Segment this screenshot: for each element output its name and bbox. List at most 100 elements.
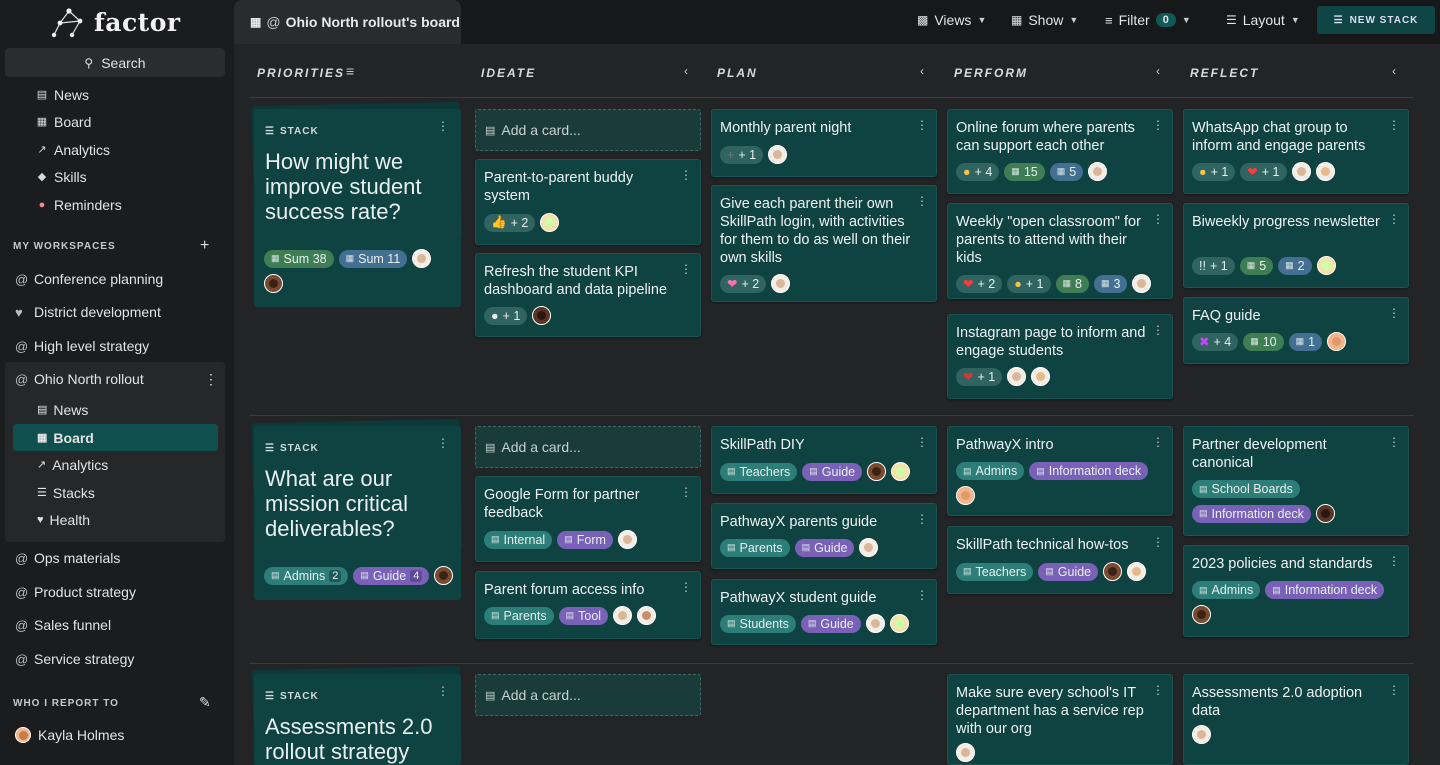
card[interactable]: Refresh the student KPI dashboard and da… <box>475 253 701 337</box>
reaction-chip[interactable]: ❤ + 2 <box>956 274 1003 293</box>
reaction-chip[interactable]: 👍 + 2 <box>484 213 536 232</box>
more-icon[interactable]: ⋮ <box>680 262 692 276</box>
reaction-chip[interactable]: ✖ + 4 <box>1192 332 1239 351</box>
workspace-ops-materials[interactable]: @ Ops materials <box>5 543 225 573</box>
report-person[interactable]: Kayla Holmes <box>5 720 225 750</box>
workspace-sub-stacks[interactable]: ☰ Stacks <box>13 479 218 506</box>
more-icon[interactable]: ⋮ <box>1388 212 1400 226</box>
reaction-chip[interactable]: ❤ + 1 <box>1240 162 1287 181</box>
card[interactable]: WhatsApp chat group to inform and engage… <box>1183 109 1409 194</box>
more-icon[interactable]: ⋮ <box>1388 683 1400 697</box>
card[interactable]: Assessments 2.0 adoption data ⋮ <box>1183 674 1409 765</box>
card[interactable]: PathwayX intro ⋮ ▤ Admins ▤ Information deck <box>947 426 1173 516</box>
more-icon[interactable]: ⋮ <box>680 580 692 594</box>
card[interactable]: PathwayX student guide ⋮ ▤ Students ▤ Guide <box>711 579 937 645</box>
workspace-sub-analytics[interactable]: ↗ Analytics <box>13 451 218 478</box>
add-card-button[interactable]: ▤ Add a card... <box>475 109 701 151</box>
collapse-ideate-icon[interactable]: ‹ <box>684 64 688 78</box>
card[interactable]: Parent forum access info ⋮ ▤ Parents ▤ Tool <box>475 571 701 639</box>
workspace-service-strategy[interactable]: @ Service strategy <box>5 644 225 674</box>
collapse-plan-icon[interactable]: ‹ <box>920 64 924 78</box>
reaction-chip[interactable]: ● + 4 <box>956 162 1000 181</box>
card[interactable]: Give each parent their own SkillPath log… <box>711 185 937 302</box>
card[interactable]: Online forum where parents can support e… <box>947 109 1173 194</box>
more-icon[interactable]: ⋮ <box>916 194 928 208</box>
more-icon[interactable]: ⋮ <box>1152 435 1164 449</box>
card[interactable]: Parent-to-parent buddy system ⋮ 👍 + 2 <box>475 159 701 245</box>
more-icon[interactable]: ⋮ <box>437 119 449 133</box>
card[interactable]: FAQ guide ⋮ ✖ + 4 ▦ 10 ▦ 1 <box>1183 297 1409 364</box>
sidebar-item-board[interactable]: ▦ Board <box>0 109 234 137</box>
card[interactable]: Instagram page to inform and engage stud… <box>947 314 1173 399</box>
reaction-chip[interactable]: ● + 1 <box>484 306 528 325</box>
filter-button[interactable]: ≡ Filter 0 ▼ <box>1105 0 1191 40</box>
workspace-sub-news[interactable]: ▤ News <box>13 396 218 423</box>
workspace-sales-funnel[interactable]: @ Sales funnel <box>5 610 225 640</box>
card[interactable]: SkillPath technical how-tos ⋮ ▤ Teachers ▤ G… <box>947 526 1173 594</box>
sidebar-item-analytics[interactable]: ↗ Analytics <box>0 136 234 164</box>
sidebar-item-reminders[interactable]: ● Reminders <box>0 191 234 219</box>
card[interactable]: SkillPath DIY ⋮ ▤ Teachers ▤ Guide <box>711 426 937 494</box>
more-icon[interactable]: ⋮ <box>1388 554 1400 568</box>
more-icon[interactable]: ⋮ <box>916 118 928 132</box>
card[interactable]: Monthly parent night ⋮ + + 1 <box>711 109 937 177</box>
new-stack-button[interactable]: ☰ NEW STACK <box>1317 6 1435 34</box>
more-icon[interactable]: ⋮ <box>1388 118 1400 132</box>
workspace-sub-health[interactable]: ♥ Health <box>13 506 218 533</box>
add-card-button[interactable]: ▤ Add a card... <box>475 426 701 468</box>
more-icon[interactable]: ⋮ <box>1152 212 1164 226</box>
reaction-chip[interactable]: ● + 1 <box>1192 162 1236 181</box>
card[interactable]: Weekly "open classroom" for parents to a… <box>947 203 1173 299</box>
more-icon[interactable]: ⋮ <box>1152 323 1164 337</box>
stack-card[interactable]: ☰ STACK ⋮ What are our mission critical d… <box>254 426 461 600</box>
more-icon[interactable]: ⋮ <box>1388 435 1400 449</box>
sidebar-item-news[interactable]: ▤ News <box>0 81 234 109</box>
more-icon[interactable]: ⋮ <box>437 684 449 698</box>
more-icon[interactable]: ⋮ <box>1388 306 1400 320</box>
workspace-menu-icon[interactable]: ⋮ <box>204 371 218 388</box>
pencil-icon[interactable]: ✎ <box>199 694 211 711</box>
reaction-chip[interactable]: + + 1 <box>720 145 764 164</box>
stack-card[interactable]: ☰ STACK ⋮ How might we improve student su… <box>254 109 461 307</box>
more-icon[interactable]: ⋮ <box>1152 118 1164 132</box>
workspace-high-level-strategy[interactable]: @ High level strategy <box>5 331 225 361</box>
add-card-button[interactable]: ▤ Add a card... <box>475 674 701 716</box>
workspace-product-strategy[interactable]: @ Product strategy <box>5 577 225 607</box>
count-chip: ▦ 15 <box>1004 162 1045 181</box>
search-button[interactable]: ⚲ Search <box>5 48 225 77</box>
card[interactable]: Google Form for partner feedback ⋮ ▤ Inter… <box>475 476 701 562</box>
reaction-chip[interactable]: ❤ + 1 <box>956 367 1003 386</box>
sort-icon[interactable]: ≡ <box>346 63 354 79</box>
more-icon[interactable]: ⋮ <box>916 435 928 449</box>
workspace-sub-board[interactable]: ▦ Board <box>13 424 218 451</box>
workspace-district-development[interactable]: ♥ District development <box>5 297 225 327</box>
more-icon[interactable]: ⋮ <box>1152 683 1164 697</box>
reaction-chip[interactable]: ● + 1 <box>1007 274 1051 293</box>
more-icon[interactable]: ⋮ <box>1152 535 1164 549</box>
more-icon[interactable]: ⋮ <box>437 436 449 450</box>
layout-button[interactable]: ☰ Layout ▼ <box>1226 0 1300 40</box>
more-icon[interactable]: ⋮ <box>680 168 692 182</box>
reaction-chip[interactable]: ❤ + 2 <box>720 274 767 293</box>
show-button[interactable]: ▦ Show ▼ <box>1011 0 1078 40</box>
collapse-perform-icon[interactable]: ‹ <box>1156 64 1160 78</box>
board-tab[interactable]: ▦ @ Ohio North rollout's board <box>234 0 461 44</box>
reaction-chip[interactable]: !! + 1 <box>1192 256 1235 275</box>
stack-card[interactable]: ☰ STACK ⋮ Assessments 2.0 rollout strateg… <box>254 674 461 765</box>
card[interactable]: Make sure every school's IT department h… <box>947 674 1173 765</box>
views-button[interactable]: ▩ Views ▼ <box>917 0 986 40</box>
add-workspace-button[interactable]: + <box>200 237 209 255</box>
more-icon[interactable]: ⋮ <box>916 512 928 526</box>
card[interactable]: 2023 policies and standards ⋮ ▤ Admins ▤ Inf… <box>1183 545 1409 637</box>
logo[interactable]: factor <box>50 4 181 40</box>
sidebar-item-skills[interactable]: ◆ Skills <box>0 164 234 192</box>
card[interactable]: Partner development canonical ⋮ ▤ School B… <box>1183 426 1409 536</box>
card[interactable]: PathwayX parents guide ⋮ ▤ Parents ▤ Guide <box>711 503 937 569</box>
card[interactable]: Biweekly progress newsletter ⋮ !! + 1 ▦ 5 ▦ 2 <box>1183 203 1409 288</box>
tag-chip: ▤ Guide <box>802 462 863 481</box>
workspace-conference-planning[interactable]: @ Conference planning <box>5 264 225 294</box>
more-icon[interactable]: ⋮ <box>680 485 692 499</box>
collapse-reflect-icon[interactable]: ‹ <box>1392 64 1396 78</box>
more-icon[interactable]: ⋮ <box>916 588 928 602</box>
workspace-ohio-north-rollout[interactable]: @ Ohio North rollout <box>5 364 225 394</box>
